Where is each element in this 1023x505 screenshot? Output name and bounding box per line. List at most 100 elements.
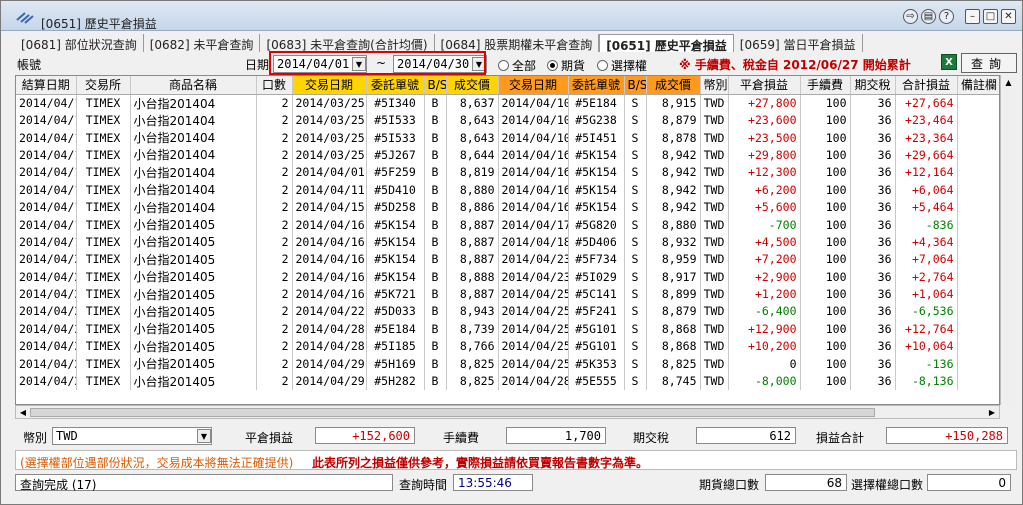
col-close-price[interactable]: 成交價 [646,76,701,95]
table-cell: 8,899 [646,285,701,303]
table-row[interactable]: 2014/04/28TIMEX小台指20140522014/04/28#5I18… [16,337,999,355]
table-cell: #5D410 [366,181,425,199]
table-cell [957,250,999,269]
table-cell: 36 [850,354,896,373]
table-cell: TWD [700,215,729,234]
help-icon[interactable]: ? [939,9,954,24]
table-cell: -136 [895,354,958,373]
query-button[interactable]: 查詢 [961,53,1017,73]
col-open-bs[interactable]: B/S [424,76,447,95]
excel-export-icon[interactable]: X [941,54,957,70]
table-cell: TWD [700,146,729,164]
tab-0684[interactable]: [0684] 股票期權未平倉查詢 [435,34,600,52]
tab-0651[interactable]: [0651] 歷史平倉損益 [599,34,734,53]
table-cell: TIMEX [76,181,131,199]
table-cell: 100 [800,233,851,251]
scroll-up-icon[interactable]: ▲ [1003,77,1014,88]
table-cell: 36 [850,146,896,164]
table-cell: TIMEX [76,198,131,216]
col-product[interactable]: 商品名稱 [130,76,257,95]
tab-0659[interactable]: [0659] 當日平倉損益 [734,34,863,52]
table-cell: 小台指201404 [130,198,257,216]
table-cell: 8,644 [446,146,499,164]
table-cell: +1,064 [895,285,958,303]
vertical-scrollbar[interactable]: ▲ [1000,75,1015,405]
col-close-order-no[interactable]: 委託單號 [568,76,625,95]
table-cell: 2014/04/28 [498,372,569,390]
col-open-trade-date[interactable]: 交易日期 [292,76,367,95]
col-total-pl[interactable]: 合計損益 [895,76,958,95]
table-row[interactable]: 2014/04/25TIMEX小台指20140522014/04/16#5K72… [16,285,999,303]
table-cell [957,163,999,182]
table-cell: TWD [700,181,729,199]
col-tax[interactable]: 期交稅 [850,76,896,95]
table-body: 2014/04/10TIMEX小台指20140422014/03/25#5I34… [16,94,999,390]
table-cell [957,337,999,355]
table-row[interactable]: 2014/04/17TIMEX小台指20140522014/04/16#5K15… [16,215,999,234]
col-settle-date[interactable]: 結算日期 [16,76,77,95]
table-cell: #5K154 [568,198,625,216]
table-cell: 2014/04/25 [498,354,569,373]
table-cell: 100 [800,354,851,373]
table-cell: +10,064 [895,337,958,355]
table-row[interactable]: 2014/04/23TIMEX小台指20140522014/04/16#5K15… [16,250,999,269]
col-remark[interactable]: 備註欄 [957,76,999,95]
radio-options[interactable]: 選擇權 [597,57,647,74]
table-cell: S [624,111,647,129]
col-close-pl[interactable]: 平倉損益 [728,76,801,95]
table-cell: 2014/04/29 [16,354,77,373]
table-cell: 2 [256,181,293,199]
col-lots[interactable]: 口數 [256,76,293,95]
radio-futures[interactable]: 期貨 [547,57,585,74]
col-exchange[interactable]: 交易所 [76,76,131,95]
table-cell: B [424,354,447,373]
table-cell: B [424,285,447,303]
table-cell: S [624,337,647,355]
table-cell: 2014/04/16 [16,163,77,182]
table-cell: S [624,215,647,234]
radio-futures-dot [547,60,558,71]
table-cell: TIMEX [76,268,131,286]
table-cell: TIMEX [76,250,131,269]
col-fee[interactable]: 手續費 [800,76,851,95]
table-row[interactable]: 2014/04/25TIMEX小台指20140522014/04/22#5D03… [16,302,999,321]
table-cell: 8,888 [446,268,499,286]
col-close-trade-date[interactable]: 交易日期 [498,76,569,95]
tab-0683[interactable]: [0683] 未平倉查詢(合計均價) [260,34,435,52]
table-row[interactable]: 2014/04/10TIMEX小台指20140422014/03/25#5I53… [16,128,999,147]
scroll-left-icon[interactable]: ◀ [17,407,29,418]
print-icon[interactable]: ▤ [921,9,936,24]
date-to-dropdown-icon[interactable]: ▼ [472,57,486,71]
table-row[interactable]: 2014/04/16TIMEX小台指20140422014/04/11#5D41… [16,181,999,199]
table-row[interactable]: 2014/04/29TIMEX小台指20140522014/04/29#5H16… [16,354,999,373]
date-from-dropdown-icon[interactable]: ▼ [352,57,366,71]
horizontal-scrollbar[interactable]: ◀ ▶ [15,405,1000,419]
col-open-price[interactable]: 成交價 [446,76,499,95]
table-row[interactable]: 2014/04/18TIMEX小台指20140522014/04/16#5K15… [16,233,999,251]
tab-bar: [0681] 部位狀況查詢 [0682] 未平倉查詢 [0683] 未平倉查詢(… [15,34,863,53]
table-row[interactable]: 2014/04/10TIMEX小台指20140422014/03/25#5I34… [16,94,999,112]
table-row[interactable]: 2014/04/23TIMEX小台指20140522014/04/16#5K15… [16,268,999,286]
col-open-order-no[interactable]: 委託單號 [366,76,425,95]
radio-all[interactable]: 全部 [498,57,536,74]
table-row[interactable]: 2014/04/16TIMEX小台指20140422014/04/01#5F25… [16,163,999,182]
tab-0681[interactable]: [0681] 部位狀況查詢 [15,34,144,52]
minimize-button[interactable]: – [965,9,980,24]
table-row[interactable]: 2014/04/16TIMEX小台指20140422014/03/25#5J26… [16,146,999,164]
col-close-bs[interactable]: B/S [624,76,647,95]
close-button[interactable]: ✕ [1001,9,1016,24]
currency-dropdown-icon[interactable]: ▼ [197,429,211,443]
table-row[interactable]: 2014/04/29TIMEX小台指20140522014/04/29#5H28… [16,372,999,390]
restore-layout-icon[interactable]: ⇨ [903,9,918,24]
table-cell: 2014/04/29 [16,372,77,390]
table-row[interactable]: 2014/04/28TIMEX小台指20140522014/04/28#5E18… [16,320,999,338]
maximize-button[interactable]: □ [983,9,998,24]
table-row[interactable]: 2014/04/16TIMEX小台指20140422014/04/15#5D25… [16,198,999,216]
scroll-right-icon[interactable]: ▶ [986,407,998,418]
col-currency[interactable]: 幣別 [700,76,729,95]
horizontal-scroll-thumb[interactable] [30,408,875,417]
currency-select[interactable]: TWD [52,427,212,445]
table-row[interactable]: 2014/04/10TIMEX小台指20140422014/03/25#5I53… [16,111,999,129]
tab-0682[interactable]: [0682] 未平倉查詢 [144,34,261,52]
table-cell: -6,400 [728,302,801,321]
